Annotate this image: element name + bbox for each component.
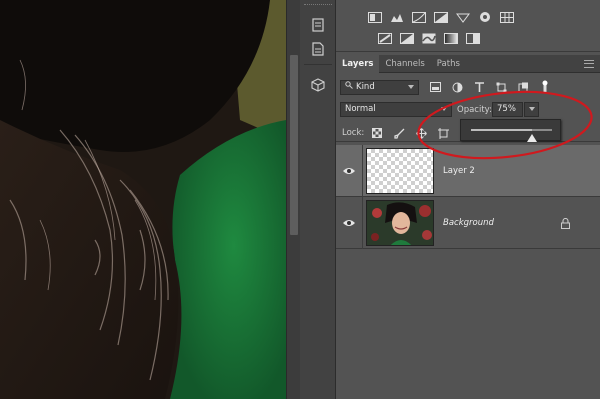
layer-row-layer-2[interactable]: Layer 2 [336, 145, 600, 197]
lock-icon [561, 217, 570, 232]
history-panel-icon[interactable] [308, 16, 328, 34]
document-vertical-scrollbar[interactable] [286, 0, 300, 399]
vibrance-icon[interactable] [454, 10, 472, 24]
posterize-icon[interactable] [398, 31, 416, 45]
gradient-map-icon[interactable] [442, 31, 460, 45]
layer-divider [362, 145, 363, 197]
opacity-value: 75% [497, 104, 516, 114]
opacity-slider-popup [460, 119, 561, 142]
canvas-image [0, 0, 286, 399]
tab-layers[interactable]: Layers [336, 55, 380, 73]
adjustments-row-2 [376, 31, 486, 45]
opacity-label: Opacity: [457, 105, 492, 115]
layer-kind-filter[interactable]: Kind [340, 80, 419, 95]
dock-grip[interactable] [304, 4, 332, 7]
panel-menu-icon[interactable] [584, 60, 594, 68]
blend-mode-value: Normal [345, 104, 376, 114]
exposure-icon[interactable] [432, 10, 450, 24]
opacity-slider-thumb[interactable] [526, 134, 537, 142]
brightness-contrast-icon[interactable] [366, 10, 384, 24]
background-thumbnail[interactable] [366, 200, 434, 246]
threshold-icon[interactable] [420, 31, 438, 45]
filter-toggle-icon[interactable] [536, 80, 554, 94]
layers-panel-tabs: Layers Channels Paths [336, 55, 600, 73]
hue-saturation-icon[interactable] [476, 10, 494, 24]
tab-channels[interactable]: Channels [379, 55, 430, 73]
color-balance-icon[interactable] [498, 10, 516, 24]
layer-divider [362, 197, 363, 249]
lock-label: Lock: [342, 128, 365, 138]
type-filter-icon[interactable] [470, 80, 488, 94]
search-icon [345, 81, 353, 94]
document-canvas[interactable] [0, 0, 286, 399]
lock-position-icon[interactable] [412, 126, 430, 140]
opacity-field[interactable]: 75% [492, 102, 523, 117]
chevron-down-icon [529, 107, 535, 111]
tab-paths[interactable]: Paths [431, 55, 466, 73]
smart-object-filter-icon[interactable] [514, 80, 532, 94]
panel-dock [300, 0, 336, 399]
adjustment-filter-icon[interactable] [448, 80, 466, 94]
properties-panel-icon[interactable] [308, 40, 328, 58]
invert-icon[interactable] [376, 31, 394, 45]
lock-artboard-icon[interactable] [434, 126, 452, 140]
opacity-dropdown-button[interactable] [524, 102, 539, 117]
layer-2-thumbnail[interactable] [366, 148, 434, 194]
selective-color-icon[interactable] [464, 31, 482, 45]
adjustments-row-1 [366, 10, 520, 24]
lock-transparent-pixels-icon[interactable] [368, 126, 386, 140]
layer-name[interactable]: Background [443, 218, 494, 228]
layer-filter-row: Kind [336, 76, 600, 98]
scrollbar-thumb[interactable] [290, 55, 298, 235]
layer-row-background[interactable]: Background [336, 197, 600, 249]
portrait-thumbnail-image [367, 201, 433, 245]
blend-opacity-row: Normal Opacity: 75% [336, 101, 600, 119]
opacity-slider-track[interactable] [471, 129, 552, 142]
chevron-down-icon [441, 107, 447, 111]
curves-icon[interactable] [410, 10, 428, 24]
photoshop-window: Layers Channels Paths Kind Normal Opacit… [0, 0, 600, 399]
layer-kind-value: Kind [356, 82, 375, 92]
eye-icon[interactable] [342, 216, 356, 230]
levels-icon[interactable] [388, 10, 406, 24]
right-panels: Layers Channels Paths Kind Normal Opacit… [336, 0, 600, 399]
chevron-down-icon [408, 85, 414, 89]
adjustments-panel [336, 0, 600, 52]
3d-panel-icon[interactable] [308, 76, 328, 94]
pixel-filter-icon[interactable] [426, 80, 444, 94]
eye-icon[interactable] [342, 164, 356, 178]
opacity-slider-fill [471, 129, 532, 131]
blend-mode-select[interactable]: Normal [340, 102, 452, 117]
lock-image-pixels-icon[interactable] [390, 126, 408, 140]
shape-filter-icon[interactable] [492, 80, 510, 94]
layer-name[interactable]: Layer 2 [443, 166, 475, 176]
